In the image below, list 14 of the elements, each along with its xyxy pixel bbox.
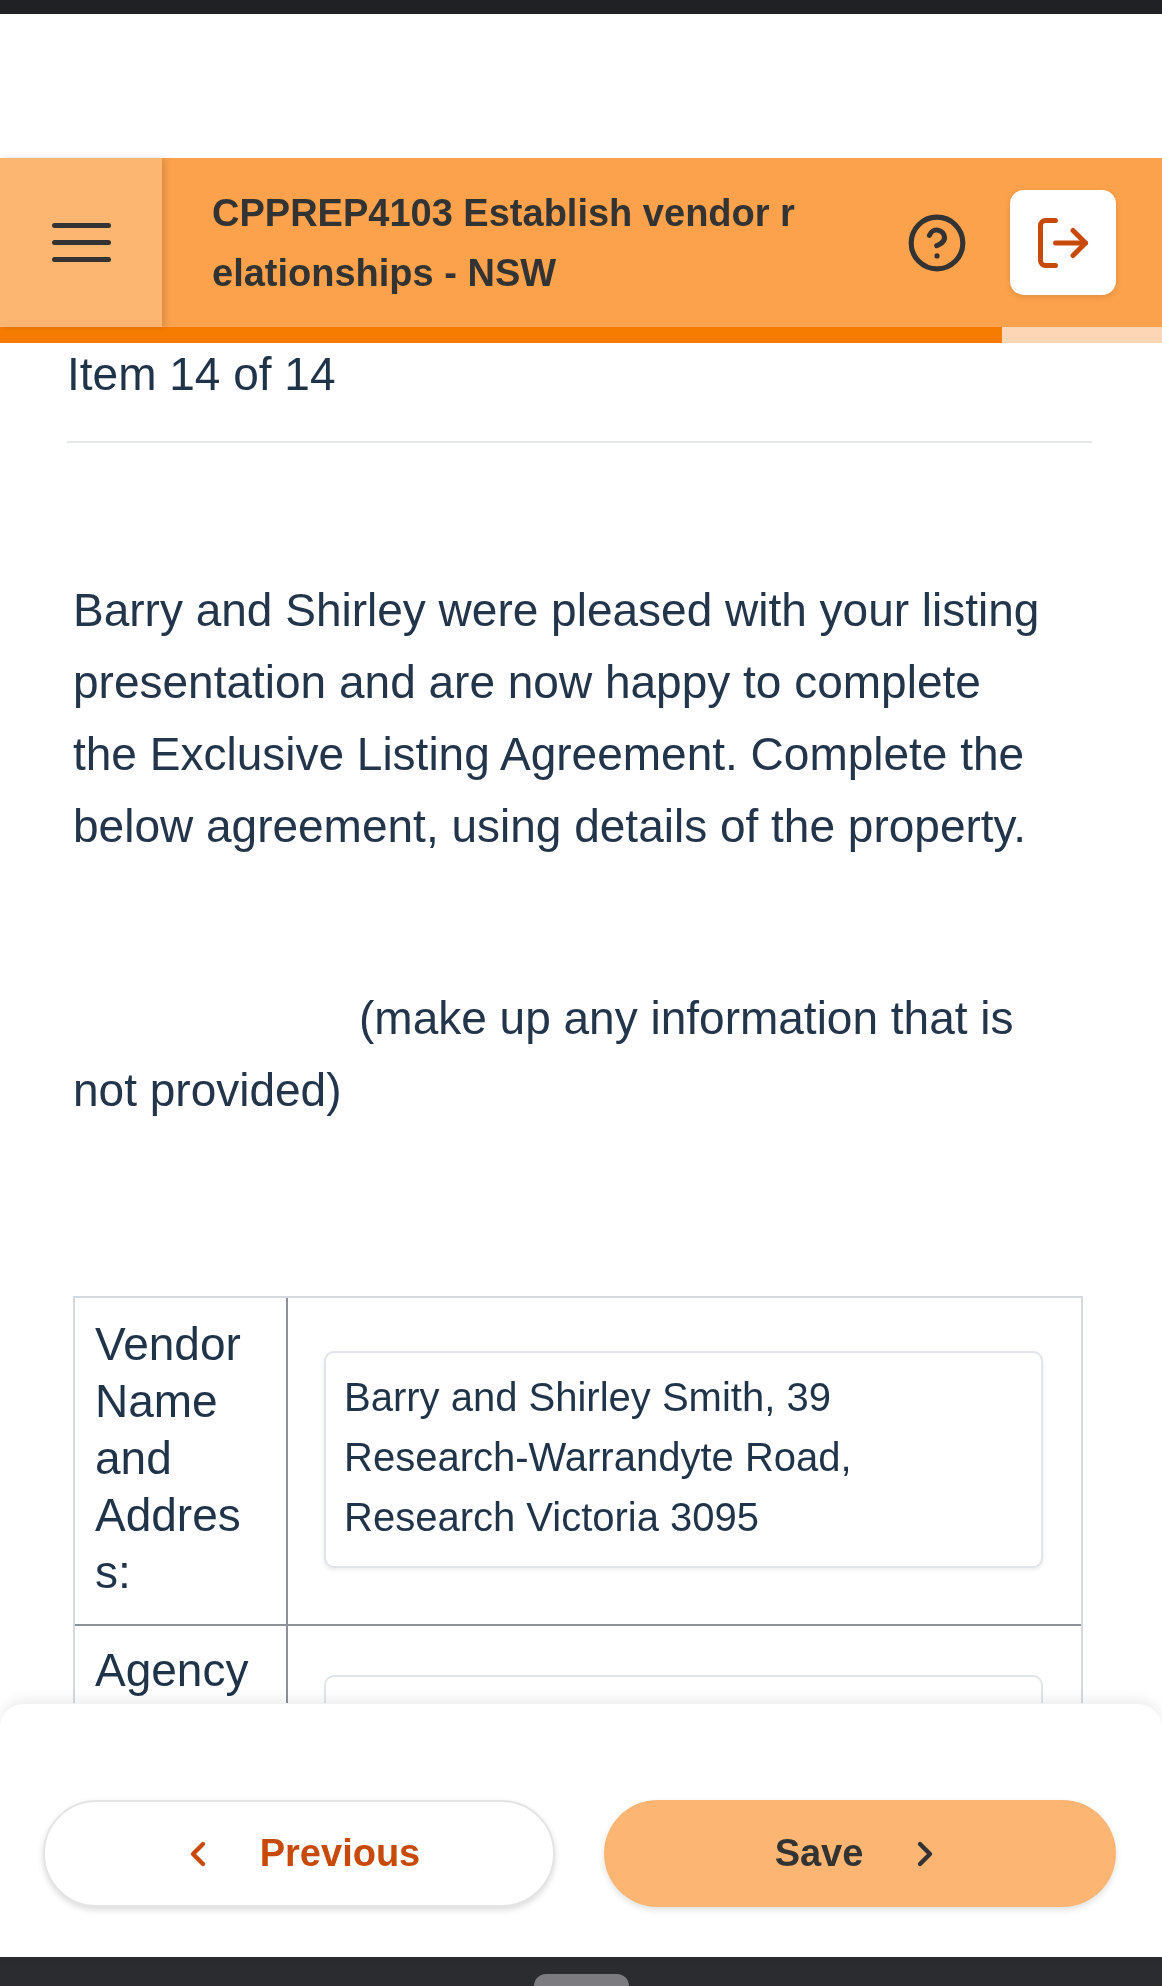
instruction-text: (make up any information that is not provided) xyxy=(73,991,1015,1118)
instruction-text: Barry and Shirley were pleased with your listing presentation and are now happy to complete the Exclusive Listing Agreement. Complete the below agreement, using details of the property. xyxy=(73,583,1041,854)
item-counter: Item 14 of 14 xyxy=(67,347,336,402)
textarea-field[interactable]: Barry and Shirley Smith, 39 Research-Warrandyte Road, Research Victoria 3095 xyxy=(324,1351,1043,1568)
field-label: Vendor Name and Address: xyxy=(95,1317,242,1600)
save-button[interactable]: Save xyxy=(604,1800,1116,1907)
logout-button[interactable] xyxy=(1010,190,1116,295)
menu-icon xyxy=(51,223,111,262)
gesture-handle[interactable] xyxy=(533,1974,629,1986)
textarea-field[interactable] xyxy=(324,1675,1043,1703)
previous-button[interactable]: Previous xyxy=(43,1800,555,1907)
menu-button[interactable] xyxy=(0,158,162,327)
field-label: Agency xyxy=(95,1643,250,1698)
course-title: CPPREP4103 Establish vendor r elationships - NSW xyxy=(212,190,796,296)
